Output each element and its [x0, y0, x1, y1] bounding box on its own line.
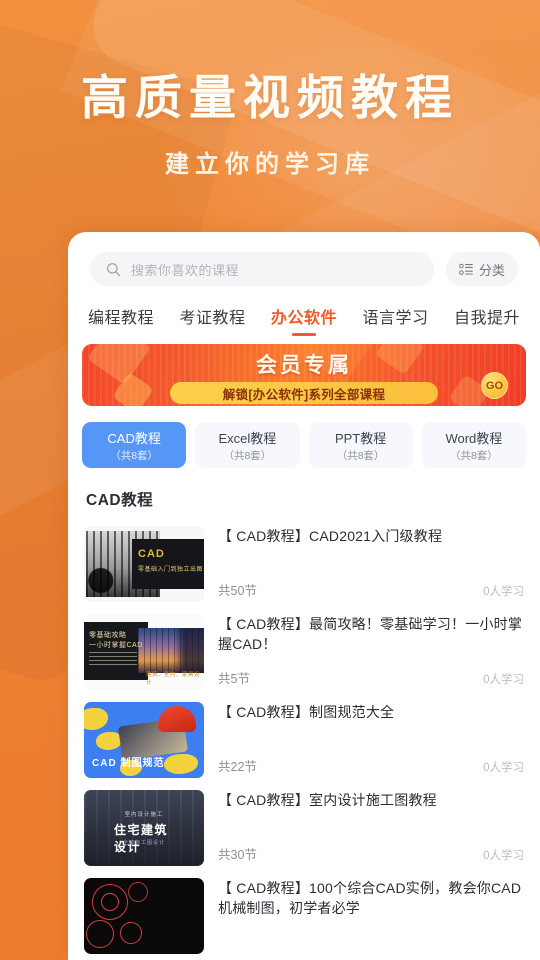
- tab-programming[interactable]: 编程教程: [86, 300, 156, 338]
- member-banner[interactable]: 会员专属 解锁[办公软件]系列全部课程 GO: [82, 344, 526, 406]
- course-lesson-count: 共50节: [218, 584, 257, 598]
- chip-name: Word教程: [445, 430, 503, 446]
- course-title: 【 CAD教程】制图规范大全: [218, 704, 395, 720]
- thumbnail-subtitle: 零基础入门到独立出图: [138, 567, 204, 573]
- course-list-item[interactable]: 零基础攻略 一小时掌握CAD 建筑、室内、家具设计 【 CAD教程】最简攻略！零…: [84, 606, 524, 694]
- course-body: 【 CAD教程】室内设计施工图教程 共30节 0人学习: [218, 790, 524, 866]
- thumbnail-title: 住宅建筑设计: [114, 823, 169, 854]
- chip-cad[interactable]: CAD教程 （共8套）: [82, 422, 187, 468]
- chip-count: （共8套）: [449, 449, 498, 462]
- chip-count: （共8套）: [223, 449, 272, 462]
- tab-label: 自我提升: [453, 310, 520, 327]
- chip-word[interactable]: Word教程 （共8套）: [421, 422, 526, 468]
- category-button[interactable]: 分类: [445, 252, 518, 286]
- thumbnail-decor-shape: [84, 708, 108, 730]
- course-lesson-count: 共22节: [218, 760, 257, 774]
- course-learner-count: 0人学习: [483, 850, 524, 862]
- category-list-icon: [459, 263, 473, 276]
- tab-certification[interactable]: 考证教程: [177, 300, 247, 338]
- tab-label: 办公软件: [270, 310, 337, 327]
- search-row: 搜索你喜欢的课程 分类: [68, 232, 540, 286]
- thumbnail-art: [138, 628, 204, 673]
- banner-pill: 解锁[办公软件]系列全部课程: [170, 382, 438, 404]
- chip-name: CAD教程: [107, 430, 161, 446]
- content-card: 搜索你喜欢的课程 分类 编程教程 考证教程 办公软件 语言学习 自我提升 会员专…: [68, 232, 540, 960]
- chip-name: PPT教程: [334, 430, 387, 446]
- course-list-item[interactable]: CAD 零基础入门到独立出图 【 CAD教程】CAD2021入门级教程 共50节…: [84, 518, 524, 606]
- course-body: 【 CAD教程】最简攻略！零基础学习！一小时掌握CAD！ 共5节 0人学习: [218, 614, 524, 690]
- tab-label: 考证教程: [179, 310, 246, 327]
- course-thumbnail: CAD 零基础入门到独立出图: [84, 526, 204, 602]
- gear-icon: [120, 922, 142, 944]
- thumbnail-decor-shape: [164, 754, 198, 774]
- course-meta: 共22节 0人学习: [218, 756, 524, 778]
- course-learner-count: 0人学习: [483, 762, 524, 774]
- course-meta: [218, 951, 524, 954]
- tab-office-software[interactable]: 办公软件: [269, 300, 339, 338]
- tab-self-improvement[interactable]: 自我提升: [452, 300, 522, 338]
- thumbnail-caption: 室内设计施工: [124, 812, 164, 818]
- course-lesson-count: 共5节: [218, 672, 250, 686]
- course-title: 【 CAD教程】最简攻略！零基础学习！一小时掌握CAD！: [218, 616, 523, 653]
- chip-count: （共8套）: [336, 449, 385, 462]
- course-list-item[interactable]: 【 CAD教程】100个综合CAD实例，教会你CAD机械制图，初学者必学: [84, 870, 524, 958]
- course-title: 【 CAD教程】100个综合CAD实例，教会你CAD机械制图，初学者必学: [218, 880, 522, 917]
- tab-underline: [291, 332, 316, 336]
- course-thumbnail: 室内设计施工 住宅建筑设计 全套施工图设计: [84, 790, 204, 866]
- course-thumbnail: 零基础攻略 一小时掌握CAD 建筑、室内、家具设计: [84, 614, 204, 690]
- course-list-item[interactable]: 室内设计施工 住宅建筑设计 全套施工图设计 【 CAD教程】室内设计施工图教程 …: [84, 782, 524, 870]
- course-learner-count: 0人学习: [483, 586, 524, 598]
- thumbnail-title: CAD: [138, 548, 165, 560]
- page-subtitle: 建立你的学习库: [165, 149, 375, 179]
- course-list: CAD 零基础入门到独立出图 【 CAD教程】CAD2021入门级教程 共50节…: [68, 514, 540, 958]
- thumbnail-textlines: [89, 652, 137, 668]
- member-banner-wrap: 会员专属 解锁[办公软件]系列全部课程 GO: [68, 338, 540, 406]
- chip-ppt[interactable]: PPT教程 （共8套）: [308, 422, 413, 468]
- category-button-label: 分类: [478, 262, 505, 278]
- thumbnail-helmet: [158, 706, 196, 732]
- hero-section: 高质量视频教程 建立你的学习库: [0, 0, 540, 179]
- course-list-item[interactable]: CAD 制图规范 【 CAD教程】制图规范大全 共22节 0人学习: [84, 694, 524, 782]
- course-body: 【 CAD教程】制图规范大全 共22节 0人学习: [218, 702, 524, 778]
- banner-go-button[interactable]: GO: [481, 372, 508, 399]
- course-thumbnail: [84, 878, 204, 954]
- course-set-chips: CAD教程 （共8套） Excel教程 （共8套） PPT教程 （共8套） Wo…: [68, 406, 540, 468]
- chip-excel[interactable]: Excel教程 （共8套）: [195, 422, 300, 468]
- course-learner-count: 0人学习: [483, 674, 524, 686]
- thumbnail-title: 零基础攻略: [89, 632, 127, 639]
- course-body: 【 CAD教程】CAD2021入门级教程 共50节 0人学习: [218, 526, 524, 602]
- page-title: 高质量视频教程: [81, 71, 459, 126]
- thumbnail-subtitle: 一小时掌握CAD: [89, 642, 143, 649]
- category-tabs: 编程教程 考证教程 办公软件 语言学习 自我提升: [68, 286, 540, 338]
- course-meta: 共30节 0人学习: [218, 844, 524, 866]
- search-input[interactable]: 搜索你喜欢的课程: [90, 252, 434, 286]
- gear-icon: [128, 882, 148, 902]
- thumbnail-title: CAD 制图规范: [92, 758, 165, 769]
- thumbnail-subtitle: 全套施工图设计: [122, 840, 166, 846]
- banner-pill-text: 解锁[办公软件]系列全部课程: [222, 387, 386, 402]
- tab-label: 语言学习: [362, 310, 429, 327]
- chip-name: Excel教程: [218, 430, 277, 446]
- course-body: 【 CAD教程】100个综合CAD实例，教会你CAD机械制图，初学者必学: [218, 878, 524, 954]
- app-root: 高质量视频教程 建立你的学习库 搜索你喜欢的课程 分类 编程教程 考证教程 办公…: [0, 0, 540, 960]
- banner-title: 会员专属: [256, 354, 352, 377]
- course-thumbnail: CAD 制图规范: [84, 702, 204, 778]
- thumbnail-tag: 建筑、室内、家具设计: [146, 672, 201, 686]
- course-meta: 共50节 0人学习: [218, 580, 524, 602]
- tab-label: 编程教程: [88, 310, 155, 327]
- chip-count: （共8套）: [110, 449, 159, 462]
- tab-language-learning[interactable]: 语言学习: [360, 300, 430, 338]
- gear-icon: [86, 920, 114, 948]
- course-title: 【 CAD教程】室内设计施工图教程: [218, 792, 437, 808]
- course-title: 【 CAD教程】CAD2021入门级教程: [218, 528, 443, 544]
- section-title: CAD教程: [86, 492, 154, 509]
- course-meta: 共5节 0人学习: [218, 668, 524, 690]
- course-lesson-count: 共30节: [218, 848, 257, 862]
- search-placeholder: 搜索你喜欢的课程: [131, 262, 240, 278]
- search-icon: [106, 262, 121, 277]
- gear-icon: [101, 893, 119, 911]
